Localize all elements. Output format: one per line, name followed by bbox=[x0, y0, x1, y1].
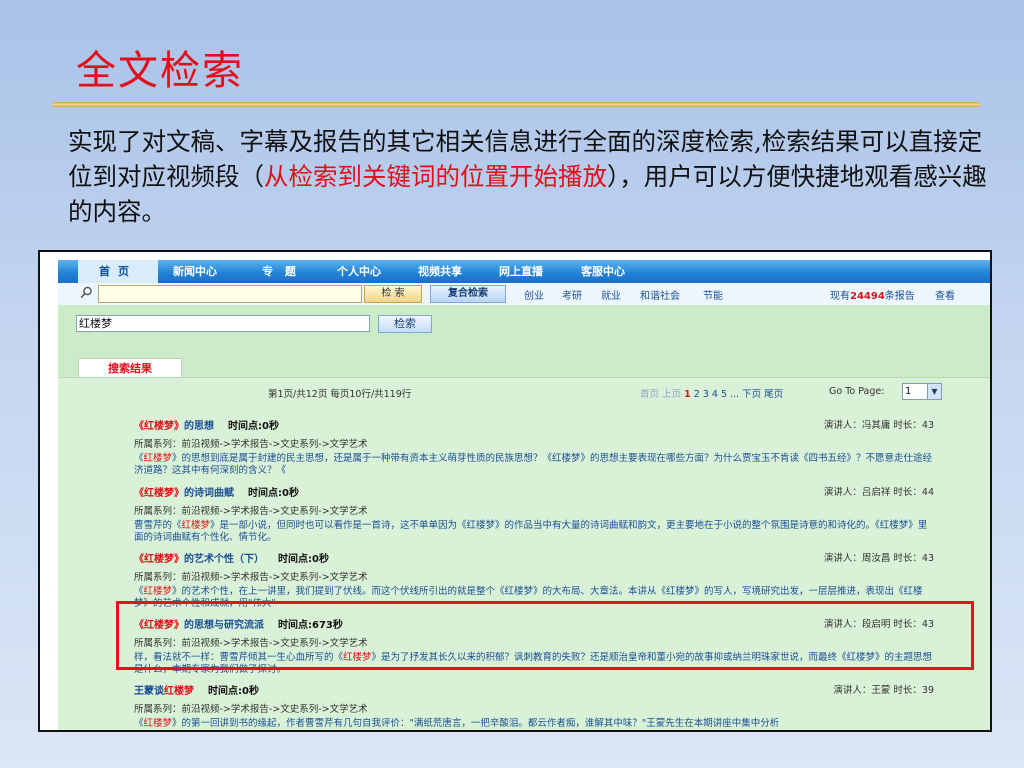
report-count-number: 24494 bbox=[850, 291, 885, 302]
advanced-search-button[interactable]: 复合检索 bbox=[430, 285, 506, 303]
page-select[interactable]: 1 ▼ bbox=[902, 383, 942, 400]
result-title-prefix: 王蒙谈 bbox=[134, 686, 164, 697]
result-time: 时间点:0秒 bbox=[248, 488, 299, 499]
nav-service[interactable]: 客服中心 bbox=[581, 260, 625, 283]
chevron-down-icon: ▼ bbox=[927, 384, 941, 399]
result-desc-keyword: 红楼梦 bbox=[143, 586, 173, 597]
top-search-input[interactable] bbox=[98, 285, 362, 303]
search-button[interactable]: 检 索 bbox=[364, 285, 422, 303]
tab-search-results[interactable]: 搜索结果 bbox=[78, 358, 182, 378]
pagination: 首页 上页 1 2 3 4 5 ... 下页 尾页 bbox=[640, 386, 783, 400]
result-time: 时间点:0秒 bbox=[208, 686, 259, 697]
result-title[interactable]: 《红楼梦》的诗词曲赋 时间点:0秒 bbox=[134, 484, 934, 499]
category-link[interactable]: 和谐社会 bbox=[640, 287, 680, 302]
last-page-link[interactable]: 尾页 bbox=[764, 389, 783, 400]
result-desc-b: 》是一部小说，但同时也可以看作是一首诗，这不单单因为《红楼梦》的作品当中有大量的… bbox=[134, 520, 928, 543]
result-desc-keyword: 红楼梦 bbox=[143, 718, 173, 729]
result-item: 《红楼梦》的思想 时间点:0秒 演讲人：冯其庸 时长：43 所属系列：前沿视频->… bbox=[134, 417, 934, 477]
nav-video-share[interactable]: 视频共享 bbox=[418, 260, 462, 283]
result-series: 所属系列：前沿视频->学术报告->文史系列->文学艺术 bbox=[134, 704, 368, 715]
slide-title: 全文检索 bbox=[76, 48, 244, 94]
intro-highlight: 从检索到关键词的位置开始播放 bbox=[264, 162, 607, 191]
result-desc-keyword: 红楼梦 bbox=[181, 520, 211, 531]
nav-personal[interactable]: 个人中心 bbox=[337, 260, 381, 283]
result-title-keyword: 《红楼梦》 bbox=[134, 421, 184, 432]
current-page: 1 bbox=[684, 389, 691, 400]
result-desc-a: 《 bbox=[134, 586, 144, 597]
result-desc-a: 曹雪芹的《 bbox=[134, 520, 182, 531]
result-title-keyword: 《红楼梦》 bbox=[134, 554, 184, 565]
result-title-rest: 的思想 bbox=[184, 421, 214, 432]
result-desc: 《红楼梦》的思想到底是属于封建的民主思想，还是属于一种带有资本主义萌芽性质的民族… bbox=[134, 453, 934, 477]
result-speaker: 演讲人：吕启祥 时长：44 bbox=[823, 487, 934, 498]
prev-page-link[interactable]: 上页 bbox=[662, 389, 681, 400]
search-screenshot: 首页 新闻中心 专 题 个人中心 视频共享 网上直播 客服中心 检 索 复合检索… bbox=[38, 250, 992, 732]
title-divider bbox=[52, 102, 980, 107]
result-desc-b: 》的思想到底是属于封建的民主思想，还是属于一种带有资本主义萌芽性质的民族思想？《… bbox=[134, 453, 933, 476]
result-title-keyword: 《红楼梦》 bbox=[134, 488, 184, 499]
result-title-rest: 的诗词曲赋 bbox=[184, 488, 234, 499]
results-panel: 第1页/共12页 每页10行/共119行 首页 上页 1 2 3 4 5 ...… bbox=[58, 377, 990, 730]
result-title[interactable]: 《红楼梦》的思想 时间点:0秒 bbox=[134, 417, 934, 432]
category-link[interactable]: 考研 bbox=[562, 287, 582, 302]
nav-topics[interactable]: 专 题 bbox=[262, 260, 300, 283]
result-desc-keyword: 红楼梦 bbox=[143, 453, 173, 464]
result-title[interactable]: 王蒙谈红楼梦 时间点:0秒 bbox=[134, 682, 934, 697]
result-title-rest: 的艺术个性（下） bbox=[184, 554, 264, 565]
category-link[interactable]: 就业 bbox=[601, 287, 621, 302]
first-page-link[interactable]: 首页 bbox=[640, 389, 659, 400]
next-page-link[interactable]: 下页 bbox=[742, 389, 761, 400]
nav-home[interactable]: 首页 bbox=[78, 260, 158, 283]
category-link[interactable]: 节能 bbox=[703, 287, 723, 302]
report-count-suffix: 条报告 bbox=[884, 291, 915, 302]
result-title[interactable]: 《红楼梦》的艺术个性（下） 时间点:0秒 bbox=[134, 550, 934, 565]
page-select-value: 1 bbox=[905, 386, 912, 397]
search-panel: 红楼梦 检索 搜索结果 第1页/共12页 每页10行/共119行 首页 上页 1… bbox=[58, 305, 990, 730]
search-icon bbox=[80, 286, 93, 302]
view-link[interactable]: 查看 bbox=[935, 287, 955, 302]
report-count-prefix: 现有 bbox=[830, 291, 850, 302]
result-desc-a: 《 bbox=[134, 718, 144, 729]
keyword-search-button[interactable]: 检索 bbox=[378, 315, 432, 333]
nav-news[interactable]: 新闻中心 bbox=[173, 260, 217, 283]
category-link[interactable]: 创业 bbox=[524, 287, 544, 302]
keyword-input[interactable]: 红楼梦 bbox=[76, 315, 370, 332]
search-toolbar: 检 索 复合检索 创业 考研 就业 和谐社会 节能 现有24494条报告 查看 bbox=[58, 283, 990, 306]
result-desc: 曹雪芹的《红楼梦》是一部小说，但同时也可以看作是一首诗，这不单单因为《红楼梦》的… bbox=[134, 520, 934, 544]
result-speaker: 演讲人：冯其庸 时长：43 bbox=[823, 420, 934, 431]
result-series: 所属系列：前沿视频->学术报告->文史系列->文学艺术 bbox=[134, 572, 368, 583]
highlight-box bbox=[116, 601, 974, 670]
top-navbar: 首页 新闻中心 专 题 个人中心 视频共享 网上直播 客服中心 bbox=[58, 260, 990, 283]
result-item: 《红楼梦》的诗词曲赋 时间点:0秒 演讲人：吕启祥 时长：44 所属系列：前沿视频… bbox=[134, 484, 934, 544]
result-desc: 《红楼梦》的第一回讲到书的缘起，作者曹雪芹有几句自我评价："满纸荒唐言，一把辛酸… bbox=[134, 718, 934, 730]
intro-text: 实现了对文稿、字幕及报告的其它相关信息进行全面的深度检索,检索结果可以直接定位到… bbox=[68, 124, 988, 229]
result-desc-a: 《 bbox=[134, 453, 144, 464]
result-series: 所属系列：前沿视频->学术报告->文史系列->文学艺术 bbox=[134, 506, 368, 517]
result-item: 王蒙谈红楼梦 时间点:0秒 演讲人：王蒙 时长：39 所属系列：前沿视频->学术报… bbox=[134, 682, 934, 730]
nav-live[interactable]: 网上直播 bbox=[499, 260, 543, 283]
goto-label: Go To Page: bbox=[829, 386, 885, 397]
result-speaker: 演讲人：周汝昌 时长：43 bbox=[823, 553, 934, 564]
result-desc-b: 》的第一回讲到书的缘起，作者曹雪芹有几句自我评价："满纸荒唐言，一把辛酸泪。都云… bbox=[172, 718, 780, 729]
page-links[interactable]: 2 3 4 5 ... bbox=[694, 389, 739, 400]
result-title-keyword: 红楼梦 bbox=[164, 686, 194, 697]
pagination-info: 第1页/共12页 每页10行/共119行 bbox=[268, 389, 412, 400]
result-time: 时间点:0秒 bbox=[278, 554, 329, 565]
report-count: 现有24494条报告 bbox=[830, 287, 915, 302]
result-speaker: 演讲人：王蒙 时长：39 bbox=[833, 685, 934, 696]
result-time: 时间点:0秒 bbox=[228, 421, 279, 432]
result-series: 所属系列：前沿视频->学术报告->文史系列->文学艺术 bbox=[134, 439, 368, 450]
